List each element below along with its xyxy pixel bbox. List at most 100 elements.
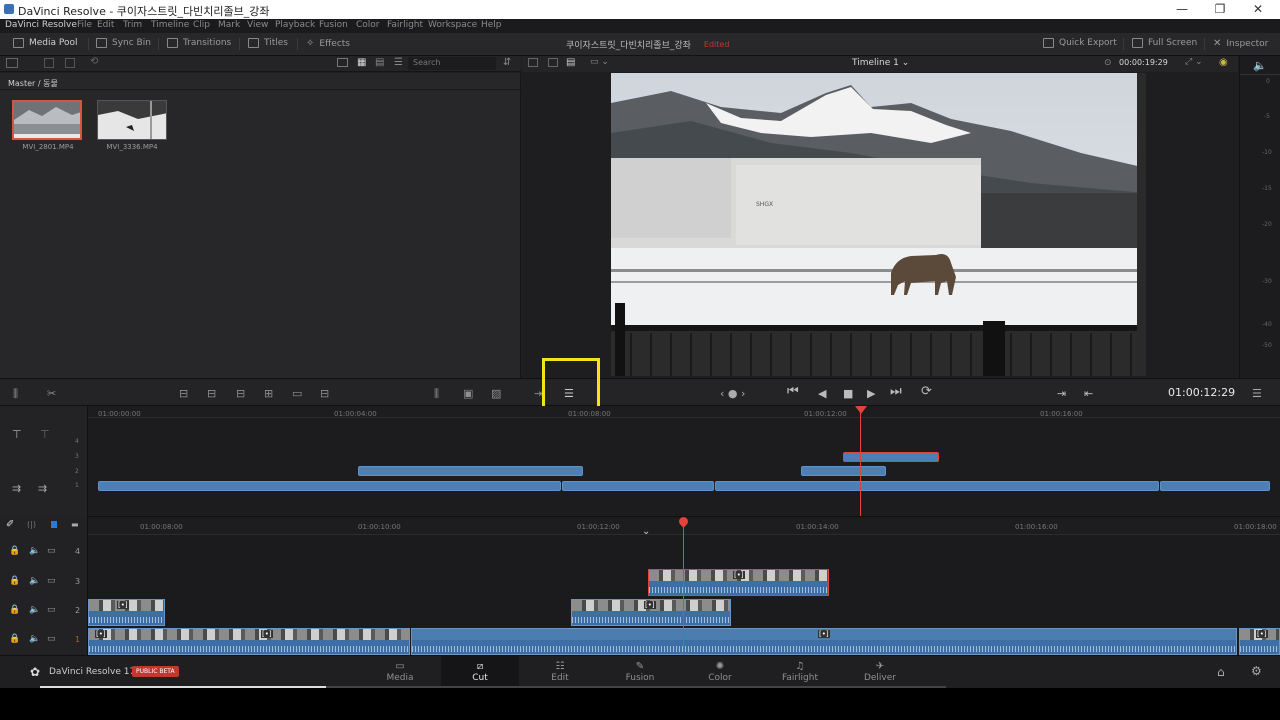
sidebar-toggle-icon[interactable] (6, 58, 18, 68)
sync-bin-button[interactable]: Sync Bin (96, 38, 151, 48)
overview-clip[interactable] (98, 481, 561, 491)
titles-button[interactable]: Titles (248, 38, 288, 48)
timeline-clip[interactable]: [•] [•] (88, 628, 410, 655)
upper-playhead[interactable] (860, 406, 861, 516)
jog-control[interactable]: ‹ ● › (720, 387, 745, 400)
chevron-down-icon[interactable]: ⌄ (642, 526, 650, 537)
audio-only-icon[interactable]: ⫼ (434, 387, 439, 401)
speaker-icon[interactable]: 🔈 (29, 634, 40, 644)
speaker-icon[interactable]: 🔈 (1253, 59, 1267, 72)
menu-clip[interactable]: Clip (193, 20, 210, 30)
overview-clip[interactable] (801, 466, 886, 476)
append-icon[interactable]: ⊟ (207, 387, 216, 400)
import-folder-icon[interactable] (65, 58, 75, 68)
effects-button[interactable]: ✧ Effects (306, 38, 350, 49)
menu-workspace[interactable]: Workspace (428, 20, 477, 30)
viewer-menu-icon[interactable]: ☰ (1252, 387, 1262, 400)
transition-icon[interactable]: ▨ (491, 387, 501, 400)
marker-icon[interactable] (51, 521, 57, 528)
overview-clip[interactable] (715, 481, 1159, 491)
link-icon[interactable]: ⟲ (90, 56, 98, 67)
minimize-button[interactable]: — (1167, 1, 1197, 18)
menu-fusion[interactable]: Fusion (319, 20, 348, 30)
quick-export-button[interactable]: Quick Export (1043, 38, 1117, 48)
mark-in-icon[interactable]: ⇥ (1057, 387, 1066, 400)
smart-insert-icon[interactable]: ⊟ (179, 387, 188, 400)
audio-wave-icon[interactable]: (|) (27, 520, 36, 529)
page-deliver[interactable]: ✈ Deliver (841, 656, 919, 689)
clip-thumbnail[interactable] (12, 100, 82, 140)
search-field[interactable]: Search (408, 57, 496, 70)
monitor-icon[interactable]: ▭ (47, 576, 56, 586)
menu-color[interactable]: Color (356, 20, 380, 30)
full-screen-button[interactable]: Full Screen (1132, 38, 1197, 48)
timeline-clip[interactable]: [•] (571, 599, 731, 626)
menu-trim[interactable]: Trim (123, 20, 142, 30)
monitor-icon[interactable]: ▭ (47, 605, 56, 615)
speaker-icon[interactable]: 🔈 (29, 546, 40, 556)
monitor-icon[interactable]: ▭ (47, 546, 56, 556)
play-icon[interactable]: ▶ (867, 387, 875, 400)
upper-playhead-head[interactable] (855, 406, 867, 414)
page-cut[interactable]: ⧄ Cut (441, 656, 519, 689)
sort-icon[interactable]: ⇵ (503, 57, 511, 68)
metadata-view-icon[interactable] (337, 58, 348, 67)
overview-clip[interactable] (562, 481, 714, 491)
filmstrip-view-icon[interactable]: ▤ (375, 57, 384, 68)
menu-timeline[interactable]: Timeline (151, 20, 189, 30)
maximize-button[interactable]: ❐ (1205, 1, 1235, 18)
view-option-icon[interactable] (528, 58, 538, 67)
timeline-options-icon[interactable]: ⫼ (13, 387, 18, 401)
trim-tool-icon[interactable]: ⊤ (12, 428, 22, 441)
menu-help[interactable]: Help (481, 20, 502, 30)
scissors-icon[interactable]: ✂ (47, 387, 56, 400)
ripple-overwrite-icon[interactable]: ⊟ (236, 387, 245, 400)
audio-sync-icon[interactable]: ◉ (1219, 57, 1228, 68)
menu-view[interactable]: View (247, 20, 268, 30)
speaker-icon[interactable]: 🔈 (29, 605, 40, 615)
skip-end-icon[interactable]: ⏭ (890, 384, 902, 399)
source-tape-icon[interactable]: ▤ (566, 57, 575, 68)
place-on-top-icon[interactable]: ▭ (292, 387, 302, 400)
menu-davinci[interactable]: DaVinci Resolve (5, 20, 77, 30)
razor-tool-icon[interactable]: ✐ (6, 519, 14, 530)
upper-ruler[interactable]: 01:00:00:00 01:00:04:00 01:00:08:00 01:0… (88, 406, 1280, 418)
zoom-dropdown-icon[interactable]: ⤢ ⌄ (1185, 57, 1203, 67)
speaker-icon[interactable]: 🔈 (29, 576, 40, 586)
timeline-view-icon[interactable]: ▬ (71, 520, 79, 529)
lock-icon[interactable]: 🔒 (9, 546, 20, 556)
view-option-icon[interactable] (548, 58, 558, 67)
play-reverse-icon[interactable]: ◀ (818, 387, 826, 400)
menu-file[interactable]: File (77, 20, 92, 30)
overview-clip-selected[interactable] (843, 452, 939, 462)
stop-icon[interactable]: ■ (843, 387, 853, 400)
mark-out-icon[interactable]: ⇤ (1084, 387, 1093, 400)
close-button[interactable]: ✕ (1243, 1, 1273, 18)
loop-icon[interactable]: ⟳ (921, 384, 932, 399)
lock-icon[interactable]: 🔒 (9, 605, 20, 615)
zoom-in-icon[interactable]: ⇉ (38, 482, 47, 495)
menu-edit[interactable]: Edit (97, 20, 114, 30)
menu-playback[interactable]: Playback (275, 20, 315, 30)
list-view-icon[interactable]: ☰ (394, 57, 403, 68)
lock-icon[interactable]: 🔒 (9, 576, 20, 586)
layout-dropdown-icon[interactable]: ▭ ⌄ (590, 57, 609, 67)
gear-icon[interactable]: ⚙ (1251, 664, 1262, 678)
timeline-selector[interactable]: Timeline 1 ⌄ (852, 58, 909, 68)
close-up-icon[interactable]: ⊞ (264, 387, 273, 400)
zoom-out-icon[interactable]: ⇉ (12, 482, 21, 495)
menu-fairlight[interactable]: Fairlight (387, 20, 423, 30)
timeline-clip[interactable]: [•] (1239, 628, 1280, 655)
page-color[interactable]: ✺ Color (681, 656, 759, 689)
inspector-button[interactable]: ✕ Inspector (1213, 38, 1268, 49)
snap-icon[interactable]: ⊤ (40, 428, 50, 441)
media-pool-button[interactable]: Media Pool (13, 38, 78, 48)
transitions-button[interactable]: Transitions (167, 38, 231, 48)
home-icon[interactable]: ⌂ (1217, 665, 1225, 679)
skip-start-icon[interactable]: ⏮ (787, 384, 799, 399)
clip-thumbnail[interactable] (97, 100, 167, 140)
page-fusion[interactable]: ✎ Fusion (601, 656, 679, 689)
monitor-icon[interactable]: ▭ (47, 634, 56, 644)
timeline-clip-selected[interactable]: [•] (648, 569, 829, 596)
page-edit[interactable]: ☷ Edit (521, 656, 599, 689)
